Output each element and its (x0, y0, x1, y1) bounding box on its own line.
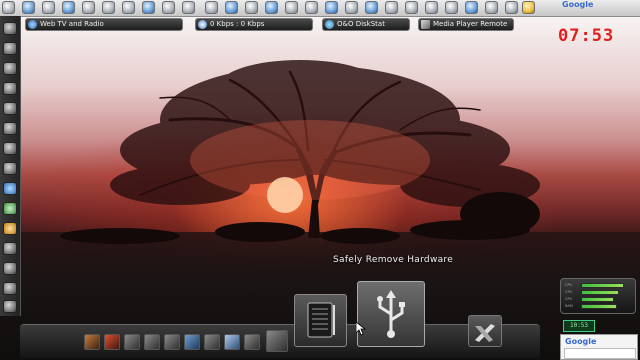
tools-icon[interactable] (62, 1, 75, 14)
globe-icon[interactable] (22, 1, 35, 14)
globe-icon (28, 20, 37, 29)
safely-remove-hardware-label: Safely Remove Hardware (333, 255, 454, 265)
document-icon[interactable] (245, 1, 258, 14)
hardware-tool-tile[interactable] (468, 315, 502, 347)
meter-fill (581, 297, 614, 302)
cpu-meter: CPU (565, 283, 631, 288)
media-player-icon (421, 20, 430, 29)
dock-app-icon[interactable] (204, 334, 220, 350)
paint-icon[interactable] (405, 1, 418, 14)
dock-app-icon[interactable] (3, 142, 17, 155)
computer-icon[interactable] (42, 1, 55, 14)
chart-icon[interactable] (485, 1, 498, 14)
start-orb-icon[interactable] (2, 1, 15, 14)
dock-app-icon[interactable] (3, 242, 17, 255)
media-player-remote-label: Media Player Remote (433, 20, 508, 28)
ram-meter: RAM (565, 304, 631, 309)
cpu-meter: CPU (565, 297, 631, 302)
google-logo: Google (565, 337, 597, 346)
dock-app-icon[interactable] (3, 262, 17, 275)
notepad-icon (307, 302, 335, 338)
network-speed-bar[interactable]: 0 Kbps : 0 Kbps (195, 18, 313, 31)
usb-device-tile[interactable] (357, 281, 425, 347)
diskstat-label: O&O DiskStat (337, 20, 385, 28)
web-tv-radio-label: Web TV and Radio (40, 20, 104, 28)
disc-icon[interactable] (385, 1, 398, 14)
dock-app-icon[interactable] (3, 102, 17, 115)
dock-app-icon[interactable] (84, 334, 100, 350)
calendar-icon[interactable] (265, 1, 278, 14)
dock-app-icon[interactable] (3, 300, 17, 313)
network-icon[interactable] (325, 1, 338, 14)
meter-fill (581, 283, 624, 288)
cpu-meter: CPU (565, 290, 631, 295)
ie-icon[interactable] (82, 1, 95, 14)
dock-app-icon[interactable] (3, 182, 17, 195)
google-search-gadget: Google (560, 334, 638, 360)
left-dock (0, 16, 21, 316)
dock-app-icon[interactable] (3, 282, 17, 295)
dock-app-icon[interactable] (3, 122, 17, 135)
dock-app-icon[interactable] (244, 334, 260, 350)
top-toolbar: Google (0, 0, 640, 17)
display-icon[interactable] (425, 1, 438, 14)
diskstat-bar[interactable]: O&O DiskStat (322, 18, 410, 31)
folder-icon[interactable] (142, 1, 155, 14)
gear-icon[interactable] (122, 1, 135, 14)
dock-app-icon[interactable] (3, 22, 17, 35)
dock-app-icon[interactable] (266, 330, 288, 352)
pen-icon[interactable] (465, 1, 478, 14)
dock-app-icon[interactable] (144, 334, 160, 350)
power-icon[interactable] (505, 1, 518, 14)
dock-app-icon[interactable] (224, 334, 240, 350)
printer-icon[interactable] (345, 1, 358, 14)
settings-icon[interactable] (182, 1, 195, 14)
desktop-clock: 07:53 (558, 26, 615, 46)
media-player-remote-bar[interactable]: Media Player Remote (418, 18, 514, 31)
search-icon[interactable] (305, 1, 318, 14)
meter-fill (581, 290, 619, 295)
dock-app-icon[interactable] (3, 42, 17, 55)
dock-app-icon[interactable] (184, 334, 200, 350)
usb-icon (377, 290, 405, 338)
web-tv-radio-bar[interactable]: Web TV and Radio (25, 18, 183, 31)
mail-icon[interactable] (225, 1, 238, 14)
system-monitor-gadget: CPU CPU CPU RAM (560, 278, 636, 314)
keyboard-icon[interactable] (445, 1, 458, 14)
weather-icon[interactable] (522, 1, 535, 14)
dock-app-icon[interactable] (104, 334, 120, 350)
notepad-tile[interactable] (294, 294, 347, 347)
dock-app-icon[interactable] (3, 82, 17, 95)
camera-icon[interactable] (285, 1, 298, 14)
info-icon[interactable] (365, 1, 378, 14)
wrench-icon (475, 324, 495, 342)
google-search-input[interactable] (564, 348, 636, 359)
dock-app-icon[interactable] (3, 62, 17, 75)
network-icon (198, 20, 207, 29)
mouse-cursor-icon (356, 322, 366, 336)
google-top-label: Google (562, 0, 594, 9)
dock-app-icon[interactable] (3, 202, 17, 215)
dock-app-icon[interactable] (3, 222, 17, 235)
shield-icon[interactable] (102, 1, 115, 14)
dock-app-icon[interactable] (124, 334, 140, 350)
meter-fill (581, 304, 617, 309)
small-clock: 10:53 (563, 320, 595, 332)
network-speed-label: 0 Kbps : 0 Kbps (210, 20, 265, 28)
dock-app-icon[interactable] (164, 334, 180, 350)
monitor-icon[interactable] (205, 1, 218, 14)
disk-icon (325, 20, 334, 29)
dock-app-icon[interactable] (3, 162, 17, 175)
music-icon[interactable] (162, 1, 175, 14)
